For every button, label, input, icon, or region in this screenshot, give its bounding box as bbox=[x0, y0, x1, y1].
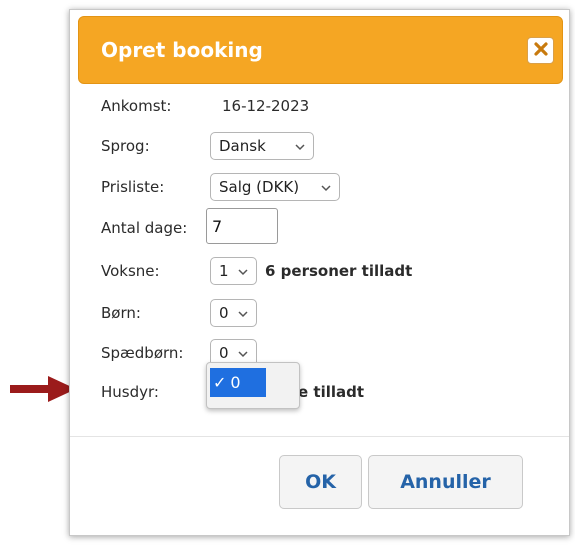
dialog-title: Opret booking bbox=[101, 38, 263, 62]
chevron-down-icon bbox=[237, 306, 249, 324]
spaedborn-label: Spædbørn: bbox=[101, 344, 184, 362]
booking-dialog: Opret booking Ankomst: 16-12-2023 Sprog:… bbox=[69, 9, 570, 536]
prisliste-label: Prisliste: bbox=[101, 178, 165, 196]
ankomst-value: 16-12-2023 bbox=[222, 97, 310, 115]
footer-divider bbox=[70, 436, 569, 437]
antal-dage-label: Antal dage: bbox=[101, 219, 188, 237]
voksne-select[interactable]: 1 bbox=[210, 257, 257, 285]
ankomst-label: Ankomst: bbox=[101, 97, 172, 115]
born-select[interactable]: 0 bbox=[210, 299, 257, 327]
husdyr-dropdown-menu: ✓ 0 bbox=[206, 362, 300, 409]
dialog-titlebar: Opret booking bbox=[78, 16, 563, 84]
prisliste-value: Salg (DKK) bbox=[219, 178, 300, 196]
chevron-down-icon bbox=[237, 264, 249, 282]
option-label: 0 bbox=[230, 373, 241, 392]
prisliste-select[interactable]: Salg (DKK) bbox=[210, 173, 340, 201]
voksne-note: 6 personer tilladt bbox=[265, 262, 413, 280]
born-value: 0 bbox=[219, 304, 229, 322]
sprog-value: Dansk bbox=[219, 137, 266, 155]
chevron-down-icon bbox=[320, 180, 332, 198]
sprog-label: Sprog: bbox=[101, 137, 150, 155]
spaedborn-value: 0 bbox=[219, 344, 229, 362]
check-icon: ✓ bbox=[213, 373, 227, 392]
chevron-down-icon bbox=[294, 139, 306, 157]
voksne-value: 1 bbox=[219, 262, 229, 280]
sprog-select[interactable]: Dansk bbox=[210, 132, 314, 160]
ok-button[interactable]: OK bbox=[279, 455, 362, 509]
voksne-label: Voksne: bbox=[101, 262, 160, 280]
close-button[interactable] bbox=[527, 37, 554, 64]
husdyr-label: Husdyr: bbox=[101, 383, 159, 401]
close-icon bbox=[533, 41, 548, 60]
husdyr-option-0[interactable]: ✓ 0 bbox=[210, 368, 266, 397]
born-label: Børn: bbox=[101, 304, 141, 322]
husdyr-note: e tilladt bbox=[298, 383, 365, 401]
cancel-button[interactable]: Annuller bbox=[368, 455, 523, 509]
red-arrow-icon bbox=[10, 374, 78, 408]
antal-dage-input[interactable]: 7 bbox=[206, 208, 278, 244]
